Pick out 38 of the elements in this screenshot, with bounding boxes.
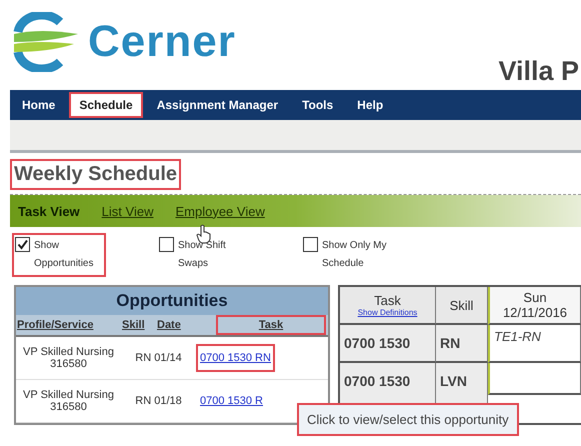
task-link[interactable]: 0700 1530 RN — [196, 344, 275, 372]
tooltip: Click to view/select this opportunity — [297, 403, 519, 436]
site-title: Villa P — [498, 56, 579, 87]
column-header[interactable]: Profile/Service — [16, 315, 121, 335]
column-header: Sun — [523, 290, 547, 305]
table-cell-text: VP Skilled Nursing 316580 — [22, 389, 115, 413]
table-cell-text: RN 01/14 — [134, 352, 183, 364]
nav-item[interactable]: Assignment Manager — [146, 92, 288, 118]
view-tab[interactable]: Employee View — [175, 202, 265, 220]
checkbox[interactable] — [159, 237, 174, 252]
nav-item[interactable]: Schedule — [69, 92, 143, 118]
table-cell: TE1-RN — [488, 325, 581, 363]
column-header: Task — [374, 293, 401, 308]
checkbox-label: Show Only My Schedule — [322, 239, 388, 271]
checkbox-label: Show Opportunities — [34, 239, 94, 271]
panel-title: Opportunities — [16, 287, 328, 315]
nav-item[interactable]: Home — [12, 92, 66, 118]
column-header[interactable]: Date — [156, 315, 216, 335]
table-cell: RN — [436, 325, 488, 363]
table-cell-text: VP Skilled Nursing 316580 — [22, 346, 115, 370]
column-header: Skill — [450, 298, 474, 312]
view-tab[interactable]: Task View — [18, 202, 80, 220]
option-checkbox[interactable]: Show Opportunities — [12, 233, 106, 277]
checkbox[interactable] — [303, 237, 318, 252]
table-cell-text: RN 01/18 — [134, 395, 183, 407]
column-header[interactable]: Task — [216, 315, 326, 335]
page-title: Weekly Schedule — [10, 159, 182, 190]
option-checkbox[interactable]: Show Only My Schedule — [300, 233, 394, 277]
definitions-link[interactable]: Show Definitions — [358, 308, 418, 317]
table-cell: 0700 1530 — [340, 325, 436, 363]
column-header[interactable]: Skill — [121, 315, 156, 335]
view-tab[interactable]: List View — [102, 202, 154, 220]
logo-text: Cerner — [88, 17, 236, 67]
nav-item[interactable]: Tools — [292, 92, 344, 118]
column-header: 12/11/2016 — [502, 305, 568, 320]
checkbox[interactable] — [15, 237, 30, 252]
task-link[interactable]: 0700 1530 R — [196, 387, 267, 415]
nav-item[interactable]: Help — [347, 92, 394, 118]
